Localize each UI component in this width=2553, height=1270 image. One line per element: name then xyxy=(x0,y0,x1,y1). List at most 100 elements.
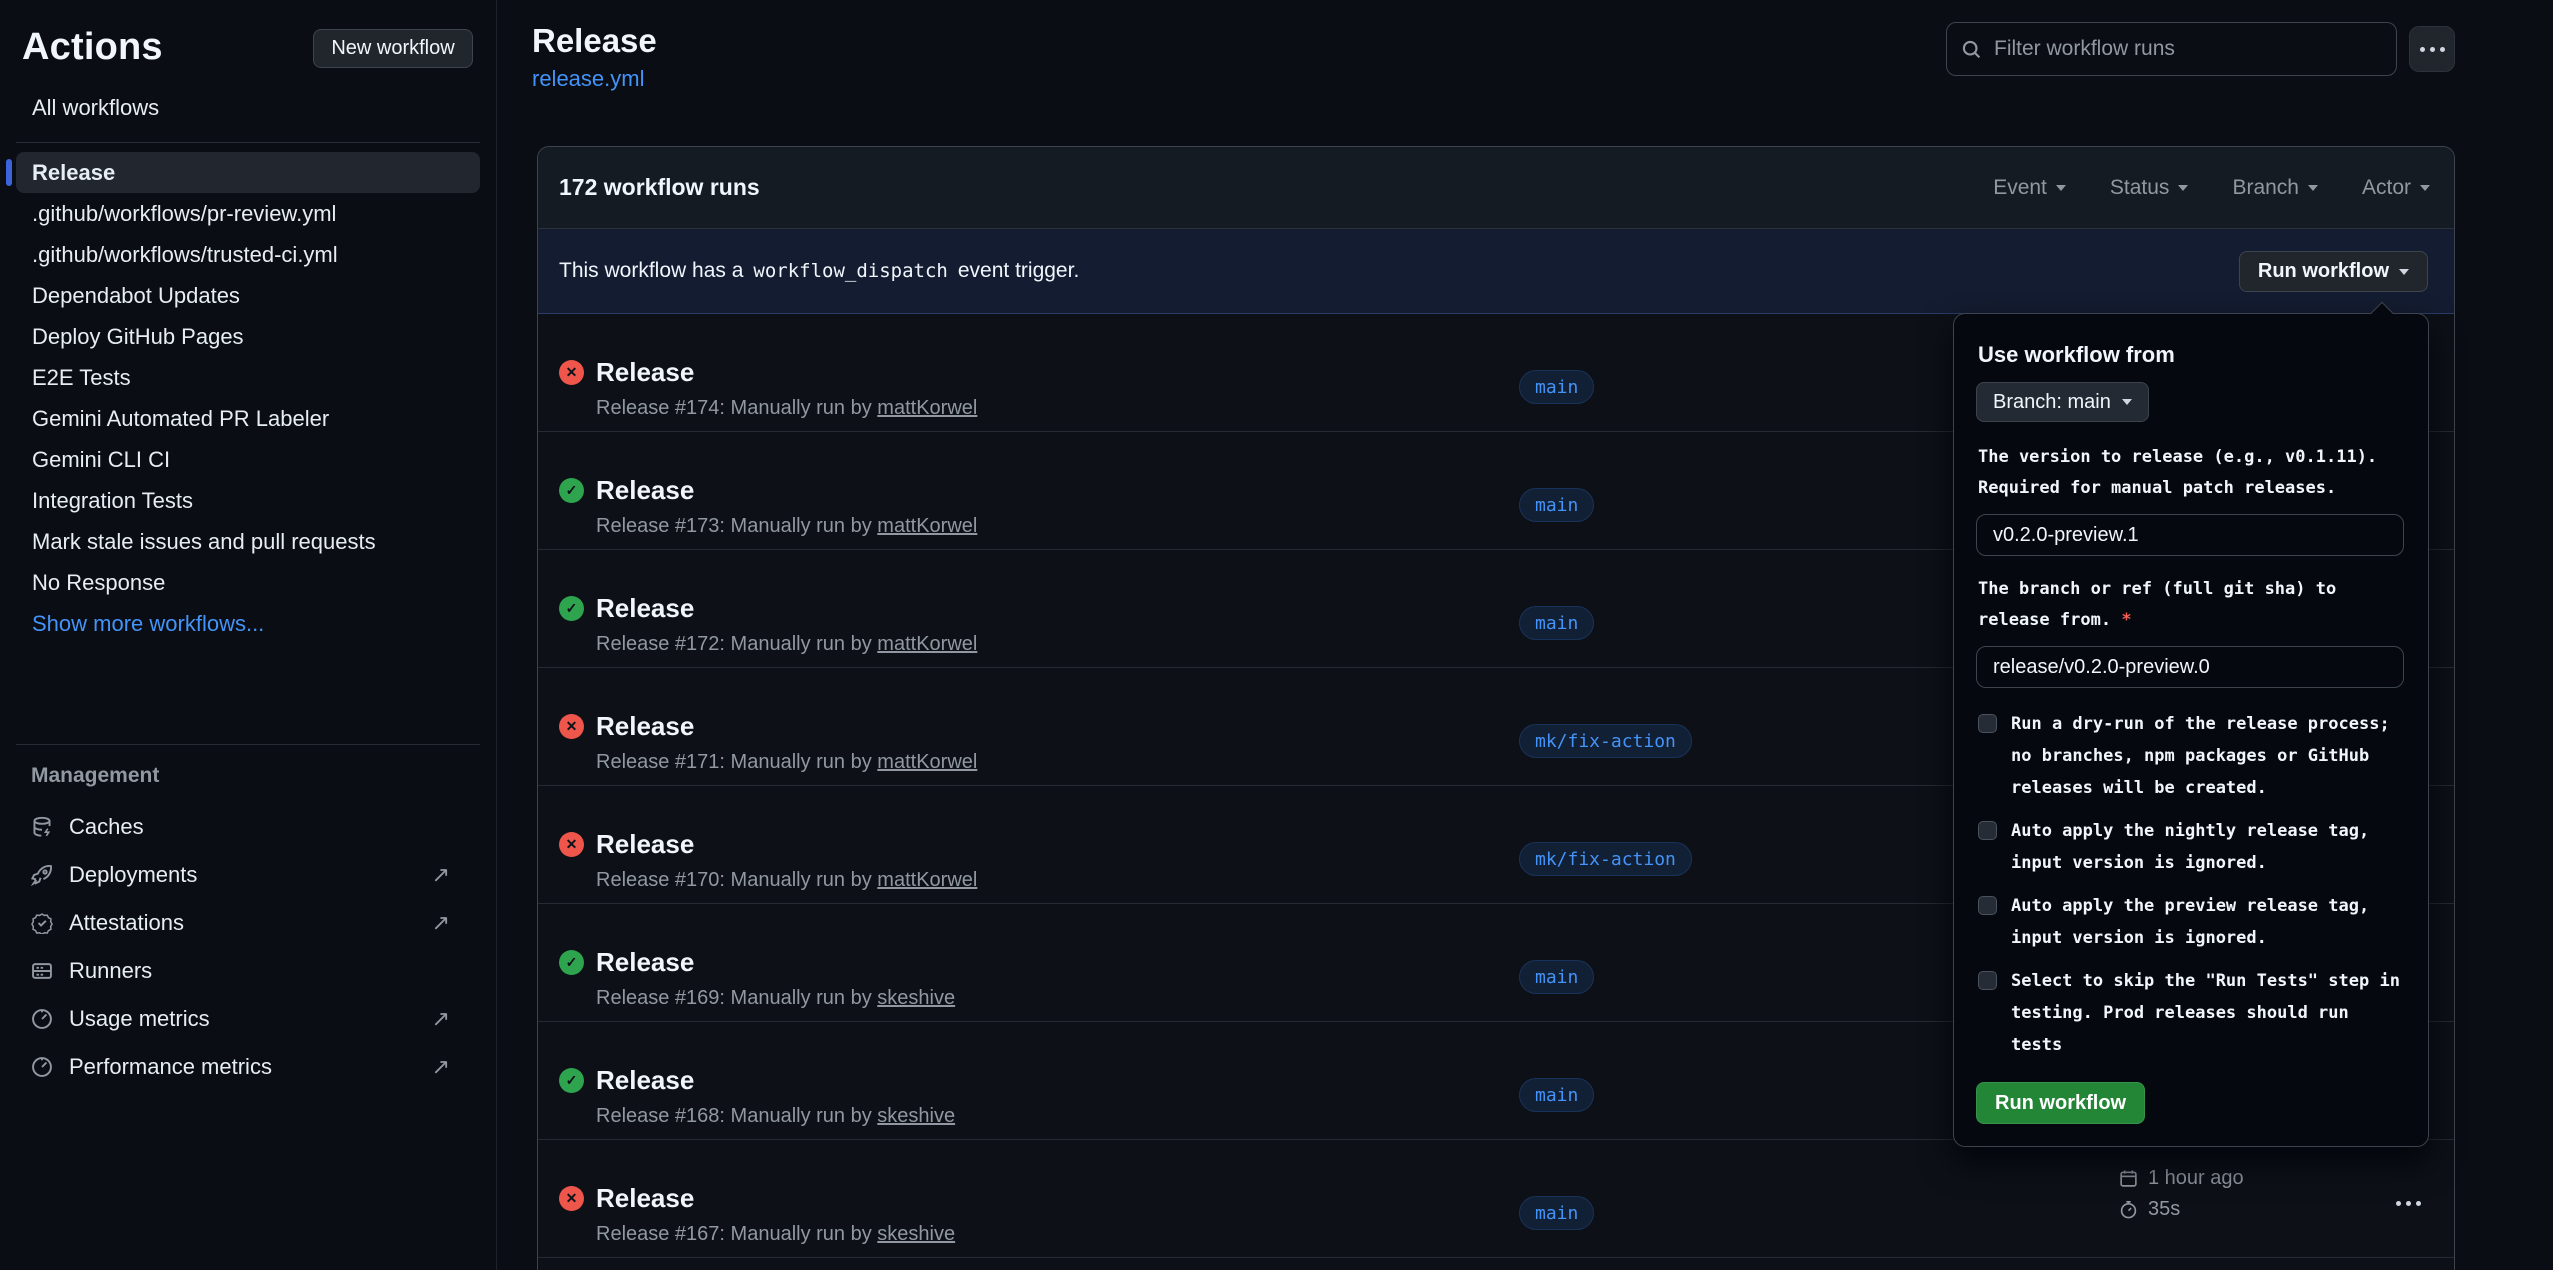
actor-link[interactable]: mattKorwel xyxy=(877,633,977,655)
sidebar-item-runners[interactable]: Runners xyxy=(16,947,480,995)
workflow-item-label: Gemini Automated PR Labeler xyxy=(32,406,329,432)
page-kebab-menu-button[interactable] xyxy=(2409,26,2455,72)
workflow-dispatch-banner: This workflow has a workflow_dispatch ev… xyxy=(538,229,2454,314)
checkbox[interactable] xyxy=(1978,971,1997,990)
run-description: Release #173: Manually run by mattKorwel xyxy=(596,515,977,538)
sidebar-item-deployments[interactable]: Deployments ↗ xyxy=(16,851,480,899)
run-title-link[interactable]: Release xyxy=(596,829,694,860)
run-title-link[interactable]: Release xyxy=(596,1065,694,1096)
branch-badge[interactable]: main xyxy=(1519,488,1594,522)
version-input[interactable] xyxy=(1976,514,2404,556)
runs-filters: Event Status Branch Actor xyxy=(1993,176,2430,200)
actor-link[interactable]: mattKorwel xyxy=(877,515,977,537)
sidebar-workflow-item[interactable]: .github/workflows/trusted-ci.yml xyxy=(16,234,480,275)
sidebar-workflow-item[interactable]: Mark stale issues and pull requests xyxy=(16,521,480,562)
workflow-item-label: Mark stale issues and pull requests xyxy=(32,529,376,555)
banner-text: This workflow has a xyxy=(559,259,743,283)
sidebar-workflow-item[interactable]: Gemini Automated PR Labeler xyxy=(16,398,480,439)
workflow-list: Release .github/workflows/pr-review.yml … xyxy=(16,152,480,644)
filter-dropdown[interactable]: Actor xyxy=(2362,176,2430,200)
sidebar-workflow-item[interactable]: Dependabot Updates xyxy=(16,275,480,316)
run-kebab-menu-button[interactable] xyxy=(2390,1195,2427,1212)
branch-select-button[interactable]: Branch: main xyxy=(1976,382,2149,422)
management-section-label: Management xyxy=(31,764,159,788)
calendar-icon xyxy=(2119,1169,2138,1188)
ref-input-description: The branch or ref (full git sha) to rele… xyxy=(1978,574,2404,636)
branch-badge[interactable]: main xyxy=(1519,960,1594,994)
filter-dropdown[interactable]: Event xyxy=(1993,176,2066,200)
run-title-link[interactable]: Release xyxy=(596,711,694,742)
filter-dropdown[interactable]: Status xyxy=(2110,176,2189,200)
run-description: Release #168: Manually run by skeshive xyxy=(596,1105,955,1128)
sidebar-item-label: Performance metrics xyxy=(69,1054,272,1080)
checkbox[interactable] xyxy=(1978,821,1997,840)
external-link-icon: ↗ xyxy=(432,910,450,936)
workflow-run-row: Release Release #167: Manually run by sk… xyxy=(538,1140,2454,1258)
run-title-link[interactable]: Release xyxy=(596,357,694,388)
filter-label: Branch xyxy=(2232,176,2299,200)
filter-dropdown[interactable]: Branch xyxy=(2232,176,2318,200)
banner-text: event trigger. xyxy=(958,259,1079,283)
sidebar-workflow-item[interactable]: Integration Tests xyxy=(16,480,480,521)
workflow-file-link[interactable]: release.yml xyxy=(532,66,644,92)
search-icon xyxy=(1961,39,1982,60)
sidebar-item-usage-metrics[interactable]: Usage metrics ↗ xyxy=(16,995,480,1043)
branch-badge[interactable]: main xyxy=(1519,1196,1594,1230)
ref-input[interactable] xyxy=(1976,646,2404,688)
sidebar-item-attestations[interactable]: Attestations ↗ xyxy=(16,899,480,947)
workflow-item-label: Show more workflows... xyxy=(32,611,264,637)
workflow-item-label: Deploy GitHub Pages xyxy=(32,324,244,350)
actor-link[interactable]: mattKorwel xyxy=(877,397,977,419)
checkbox[interactable] xyxy=(1978,714,1997,733)
run-title-link[interactable]: Release xyxy=(596,593,694,624)
run-title-link[interactable]: Release xyxy=(596,947,694,978)
sidebar-workflow-item[interactable]: No Response xyxy=(16,562,480,603)
sidebar-workflow-item[interactable]: Gemini CLI CI xyxy=(16,439,480,480)
branch-badge[interactable]: mk/fix-action xyxy=(1519,724,1692,758)
database-icon xyxy=(31,816,53,838)
actor-link[interactable]: mattKorwel xyxy=(877,869,977,891)
sidebar-workflow-item[interactable]: .github/workflows/pr-review.yml xyxy=(16,193,480,234)
sidebar-workflow-item[interactable]: Release xyxy=(16,152,480,193)
run-description: Release #170: Manually run by mattKorwel xyxy=(596,869,977,892)
management-list: Caches Deployments ↗ Attestations ↗ xyxy=(16,803,480,1091)
sidebar-item-label: Attestations xyxy=(69,910,184,936)
checkbox-label: Auto apply the nightly release tag, inpu… xyxy=(2011,815,2404,879)
chevron-down-icon xyxy=(2420,185,2430,196)
workflow-item-label: .github/workflows/pr-review.yml xyxy=(32,201,336,227)
branch-badge[interactable]: main xyxy=(1519,370,1594,404)
checkbox[interactable] xyxy=(1978,896,1997,915)
sidebar-item-label: Caches xyxy=(69,814,144,840)
runs-count: 172 workflow runs xyxy=(559,174,760,201)
sidebar-workflow-item[interactable]: Show more workflows... xyxy=(16,603,480,644)
branch-badge[interactable]: main xyxy=(1519,1078,1594,1112)
run-status-icon xyxy=(559,1186,584,1211)
run-title-link[interactable]: Release xyxy=(596,1183,694,1214)
run-time: 1 hour ago xyxy=(2119,1167,2244,1190)
run-workflow-submit-button[interactable]: Run workflow xyxy=(1976,1082,2145,1124)
run-description: Release #171: Manually run by mattKorwel xyxy=(596,751,977,774)
actor-link[interactable]: skeshive xyxy=(877,1105,955,1127)
sidebar-divider xyxy=(16,744,480,745)
actor-link[interactable]: skeshive xyxy=(877,987,955,1009)
run-workflow-dropdown-button[interactable]: Run workflow xyxy=(2239,251,2428,292)
sidebar-workflow-item[interactable]: E2E Tests xyxy=(16,357,480,398)
sidebar-item-all-workflows[interactable]: All workflows xyxy=(16,88,480,128)
verified-badge-icon xyxy=(31,912,53,934)
filter-workflow-runs-input[interactable] xyxy=(1994,37,2382,61)
dispatch-checkbox-row: Auto apply the nightly release tag, inpu… xyxy=(1978,815,2404,879)
sidebar-item-caches[interactable]: Caches xyxy=(16,803,480,851)
actor-link[interactable]: mattKorwel xyxy=(877,751,977,773)
sidebar-workflow-item[interactable]: Deploy GitHub Pages xyxy=(16,316,480,357)
gauge-icon xyxy=(31,1008,53,1030)
sidebar-item-performance-metrics[interactable]: Performance metrics ↗ xyxy=(16,1043,480,1091)
server-icon xyxy=(31,960,53,982)
sidebar-title: Actions xyxy=(22,26,163,69)
branch-badge[interactable]: main xyxy=(1519,606,1594,640)
branch-badge[interactable]: mk/fix-action xyxy=(1519,842,1692,876)
version-input-description: The version to release (e.g., v0.1.11). … xyxy=(1978,442,2404,504)
actor-link[interactable]: skeshive xyxy=(877,1223,955,1245)
workflow-item-label: Integration Tests xyxy=(32,488,193,514)
run-title-link[interactable]: Release xyxy=(596,475,694,506)
new-workflow-button[interactable]: New workflow xyxy=(313,29,473,68)
